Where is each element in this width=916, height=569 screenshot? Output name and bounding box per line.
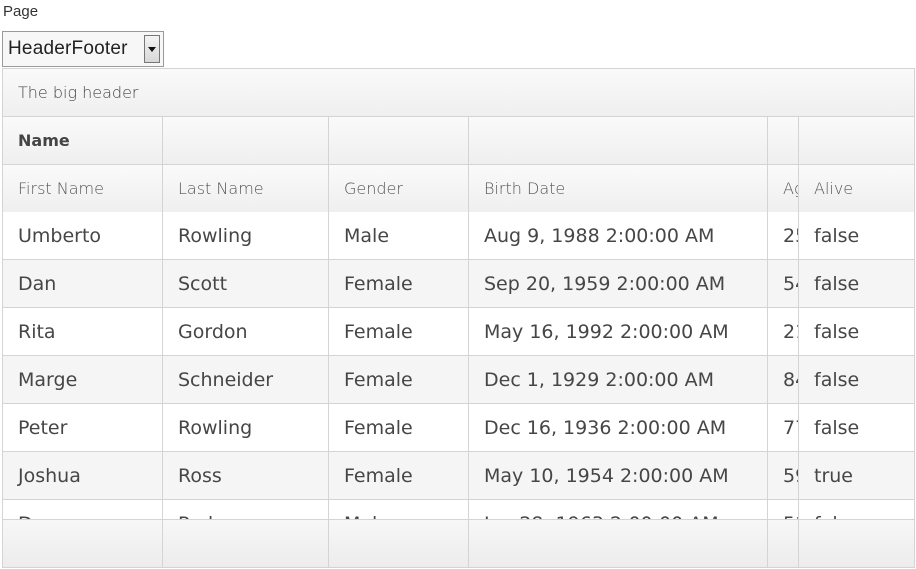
cell-alive: false [814, 320, 860, 343]
cell-alive: false [814, 272, 860, 295]
cell-gender: Female [329, 452, 469, 499]
cell-last-name: Rowling [163, 404, 329, 451]
footer-cell [799, 520, 914, 567]
cell-gender: Female [329, 404, 469, 451]
footer-cell [3, 520, 163, 567]
group-header-cell [163, 117, 329, 164]
cell-last-name: Parks [163, 500, 329, 519]
cell-last-name: Rowling [163, 212, 329, 259]
cell-age: 51 [768, 500, 799, 519]
page-label: Page [3, 3, 39, 20]
footer-cell [768, 520, 799, 567]
column-header-row: First Name Last Name Gender Birth Date A… [3, 165, 914, 213]
group-header-row: Name [3, 117, 914, 165]
page-select[interactable]: HeaderFooter [2, 31, 164, 67]
chevron-down-icon [148, 46, 156, 52]
grid-caption: The big header [3, 69, 914, 117]
table-row[interactable]: Umberto Rowling Male Aug 9, 1988 2:00:00… [3, 212, 914, 260]
column-header-age[interactable]: Ag [768, 165, 799, 212]
cell-alive: false [799, 500, 914, 520]
cell-first-name: Marge [3, 356, 163, 403]
cell-age: 25 [768, 212, 799, 259]
cell-alive: true [814, 464, 853, 487]
cell-alive: false [814, 368, 860, 391]
cell-age: 21 [768, 308, 799, 355]
grid-body[interactable]: Umberto Rowling Male Aug 9, 1988 2:00:00… [3, 212, 914, 519]
footer-cell [329, 520, 469, 567]
cell-alive: false [814, 224, 860, 247]
cell-gender: Female [329, 308, 469, 355]
cell-birth-date: May 10, 1954 2:00:00 AM [469, 452, 768, 499]
cell-birth-date: Jan 28, 1963 2:00:00 AM [469, 500, 768, 519]
table-row[interactable]: Rita Gordon Female May 16, 1992 2:00:00 … [3, 308, 914, 356]
cell-last-name: Schneider [163, 356, 329, 403]
footer-cell [163, 520, 329, 567]
group-header-cell [329, 117, 469, 164]
page-select-value: HeaderFooter [8, 38, 128, 59]
cell-age: 59 [768, 452, 799, 499]
cell-first-name: Umberto [3, 212, 163, 259]
cell-birth-date: Aug 9, 1988 2:00:00 AM [469, 212, 768, 259]
cell-first-name: Rita [3, 308, 163, 355]
column-header-gender[interactable]: Gender [329, 165, 469, 212]
group-header-cell: Name [3, 117, 163, 164]
group-header-cell [799, 117, 914, 164]
cell-birth-date: Dec 1, 1929 2:00:00 AM [469, 356, 768, 403]
cell-birth-date: Sep 20, 1959 2:00:00 AM [469, 260, 768, 307]
cell-first-name: Joshua [3, 452, 163, 499]
table-row[interactable]: Dan Scott Female Sep 20, 1959 2:00:00 AM… [3, 260, 914, 308]
cell-last-name: Ross [163, 452, 329, 499]
cell-age: 77 [768, 404, 799, 451]
cell-birth-date: May 16, 1992 2:00:00 AM [469, 308, 768, 355]
cell-last-name: Scott [163, 260, 329, 307]
group-header-cell [768, 117, 799, 164]
data-grid: The big header Name First Name Last Name… [2, 68, 915, 568]
table-row[interactable]: Peter Rowling Female Dec 16, 1936 2:00:0… [3, 404, 914, 452]
cell-first-name: Peter [3, 404, 163, 451]
column-header-last-name[interactable]: Last Name [163, 165, 329, 212]
cell-alive: false [814, 416, 860, 439]
column-header-first-name[interactable]: First Name [3, 165, 163, 212]
dropdown-button[interactable] [144, 35, 160, 63]
cell-age: 54 [768, 260, 799, 307]
group-header-cell [469, 117, 768, 164]
column-header-alive[interactable]: Alive [799, 165, 914, 212]
cell-birth-date: Dec 16, 1936 2:00:00 AM [469, 404, 768, 451]
cell-first-name: Dan [3, 500, 163, 519]
column-header-birth-date[interactable]: Birth Date [469, 165, 768, 212]
cell-last-name: Gordon [163, 308, 329, 355]
footer-cell [469, 520, 768, 567]
cell-gender: Female [329, 356, 469, 403]
cell-gender: Male [329, 500, 469, 519]
table-row[interactable]: Joshua Ross Female May 10, 1954 2:00:00 … [3, 452, 914, 500]
cell-first-name: Dan [3, 260, 163, 307]
grid-footer-row [3, 519, 914, 567]
cell-age: 84 [768, 356, 799, 403]
cell-gender: Female [329, 260, 469, 307]
cell-gender: Male [329, 212, 469, 259]
table-row[interactable]: Dan Parks Male Jan 28, 1963 2:00:00 AM 5… [3, 500, 914, 519]
table-row[interactable]: Marge Schneider Female Dec 1, 1929 2:00:… [3, 356, 914, 404]
